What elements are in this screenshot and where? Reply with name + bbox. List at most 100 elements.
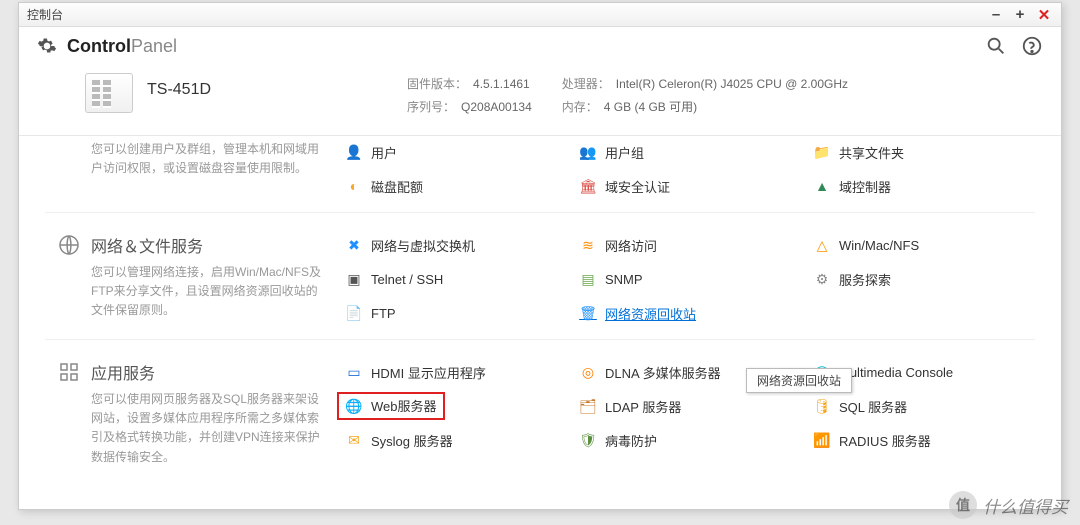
section-desc: 您可以使用网页服务器及SQL服务器来架设网站，设置多媒体应用程序所需之多媒体索引…	[57, 390, 321, 467]
cpu-label: 处理器：	[562, 77, 610, 91]
item-ftp[interactable]: 📄 FTP	[345, 301, 567, 325]
item-icon: ◐	[345, 177, 363, 195]
item--[interactable]: ⚙ 服务探索	[813, 267, 1035, 291]
item-radius-[interactable]: 📶 RADIUS 服务器	[813, 428, 1035, 452]
serial-label: 序列号：	[407, 100, 455, 114]
item-icon: ✉	[345, 431, 363, 449]
item--[interactable]: ≋ 网络访问	[579, 233, 801, 257]
item-label: 共享文件夹	[839, 143, 904, 162]
search-icon[interactable]	[985, 35, 1007, 57]
item--[interactable]: ▲ 域控制器	[813, 174, 1035, 198]
item-snmp[interactable]: ▤ SNMP	[579, 267, 801, 291]
item--[interactable]: 📁 共享文件夹	[813, 140, 1035, 164]
app-window: 控制台 – + ✕ ControlPanel TS-451D 固件版本：4.5.…	[18, 2, 1062, 510]
item-icon: 📄	[345, 304, 363, 322]
item--[interactable]: ✖ 网络与虚拟交换机	[345, 233, 567, 257]
item-label: 用户组	[605, 143, 644, 162]
maximize-button[interactable]: +	[1011, 6, 1029, 24]
window-title: 控制台	[27, 6, 63, 23]
section: 应用服务您可以使用网页服务器及SQL服务器来架设网站，设置多媒体应用程序所需之多…	[45, 339, 1035, 481]
gear-icon	[37, 36, 57, 56]
item-icon: 🌐	[345, 398, 363, 416]
item-label: 网络访问	[605, 236, 657, 255]
item-icon: 👥	[579, 143, 597, 161]
section-desc: 您可以管理网络连接，启用Win/Mac/NFS及FTP来分享文件，且设置网络资源…	[57, 263, 321, 321]
item--[interactable]: 👥 用户组	[579, 140, 801, 164]
close-button[interactable]: ✕	[1035, 6, 1053, 24]
item-icon: ▭	[345, 363, 363, 381]
item-label: 服务探索	[839, 270, 891, 289]
item-label: DLNA 多媒体服务器	[605, 363, 721, 382]
firmware-label: 固件版本：	[407, 77, 467, 91]
item--[interactable]: 🏛 域安全认证	[579, 174, 801, 198]
item-label: 病毒防护	[605, 431, 657, 450]
item-icon: ⚙	[813, 270, 831, 288]
item-label: HDMI 显示应用程序	[371, 363, 486, 382]
cpu-value: Intel(R) Celeron(R) J4025 CPU @ 2.00GHz	[616, 77, 848, 91]
item-label: 用户	[371, 143, 397, 162]
item--[interactable]: ◐ 磁盘配额	[345, 174, 567, 198]
item-label: LDAP 服务器	[605, 397, 681, 416]
item-icon: 📶	[813, 431, 831, 449]
item-label: 网络与虚拟交换机	[371, 236, 475, 255]
section: 您可以创建用户及群组，管理本机和网域用户访问权限，或设置磁盘容量使用限制。 👤 用户…	[45, 136, 1035, 212]
item-label: Win/Mac/NFS	[839, 238, 919, 253]
item-telnet-ssh[interactable]: ▣ Telnet / SSH	[345, 267, 567, 291]
item-icon: ▲	[813, 177, 831, 195]
item-hdmi-[interactable]: ▭ HDMI 显示应用程序	[345, 360, 567, 384]
item-label: FTP	[371, 306, 396, 321]
tooltip: 网络资源回收站	[746, 368, 852, 393]
item--[interactable]: 👤 用户	[345, 140, 567, 164]
section-title: 应用服务	[91, 360, 155, 384]
titlebar: 控制台 – + ✕	[19, 3, 1061, 27]
watermark-badge-icon: 值	[949, 491, 977, 519]
item-web-[interactable]: 🌐 Web服务器	[345, 394, 567, 418]
item-label: Web服务器	[371, 399, 437, 414]
item-icon: △	[813, 236, 831, 254]
item-label: 域安全认证	[605, 177, 670, 196]
item-label: RADIUS 服务器	[839, 431, 931, 450]
memory-label: 内存：	[562, 100, 598, 114]
item-label: Telnet / SSH	[371, 272, 443, 287]
item-icon: ◎	[579, 363, 597, 381]
nas-device-icon	[85, 73, 133, 113]
item-icon: 🛢	[813, 397, 831, 415]
section: 网络＆文件服务您可以管理网络连接，启用Win/Mac/NFS及FTP来分享文件，…	[45, 212, 1035, 339]
item-sql-[interactable]: 🛢 SQL 服务器	[813, 394, 1035, 418]
item-icon: ✖	[345, 236, 363, 254]
watermark: 值 什么值得买	[949, 491, 1068, 519]
item-icon: ▣	[345, 270, 363, 288]
item-icon: 🗂	[579, 397, 597, 415]
globe-icon	[57, 233, 81, 257]
sections-container: 您可以创建用户及群组，管理本机和网域用户访问权限，或设置磁盘容量使用限制。 👤 用户…	[19, 136, 1061, 520]
item-label: SQL 服务器	[839, 397, 907, 416]
serial-value: Q208A00134	[461, 100, 532, 114]
item-label: Multimedia Console	[839, 365, 953, 380]
item--[interactable]: 🛡 病毒防护	[579, 428, 801, 452]
item-label: 磁盘配额	[371, 177, 423, 196]
section-title: 网络＆文件服务	[91, 233, 203, 257]
item-icon: ≋	[579, 236, 597, 254]
header: ControlPanel	[19, 27, 1061, 65]
memory-value: 4 GB (4 GB 可用)	[604, 100, 697, 114]
minimize-button[interactable]: –	[987, 6, 1005, 24]
help-icon[interactable]	[1021, 35, 1043, 57]
item-icon: 🗑	[579, 304, 597, 322]
section-desc: 您可以创建用户及群组，管理本机和网域用户访问权限，或设置磁盘容量使用限制。	[57, 140, 321, 178]
item-icon: 📁	[813, 143, 831, 161]
item--[interactable]: 🗑 网络资源回收站	[579, 301, 801, 325]
item-win-mac-nfs[interactable]: △ Win/Mac/NFS	[813, 233, 1035, 257]
item-icon: 👤	[345, 143, 363, 161]
grid-icon	[57, 360, 81, 384]
item-label: 网络资源回收站	[605, 304, 696, 323]
firmware-value: 4.5.1.1461	[473, 77, 530, 91]
item-icon: 🏛	[579, 177, 597, 195]
item-syslog-[interactable]: ✉ Syslog 服务器	[345, 428, 567, 452]
item-label: Syslog 服务器	[371, 431, 453, 450]
item-ldap-[interactable]: 🗂 LDAP 服务器	[579, 394, 801, 418]
page-title: ControlPanel	[67, 36, 177, 57]
item-label: SNMP	[605, 272, 643, 287]
item-icon: ▤	[579, 270, 597, 288]
item-icon: 🛡	[579, 431, 597, 449]
item-label: 域控制器	[839, 177, 891, 196]
